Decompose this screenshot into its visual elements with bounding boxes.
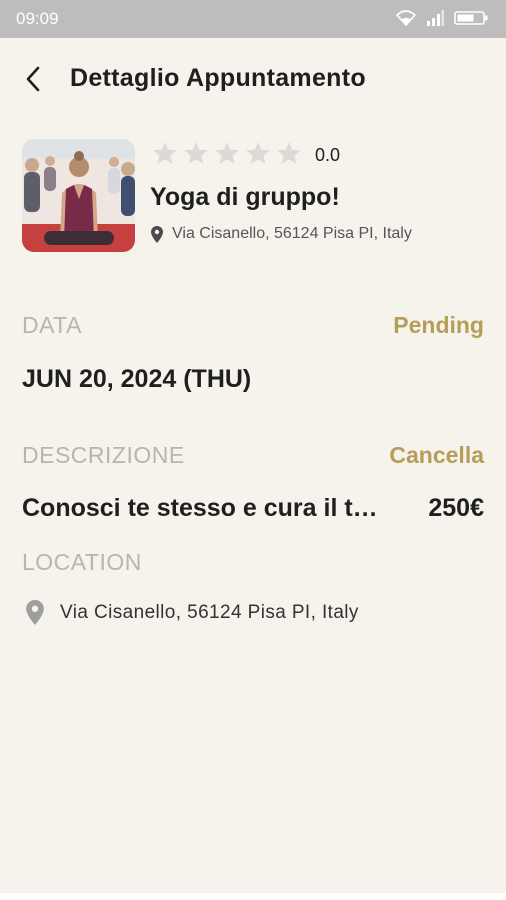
location-row[interactable]: Via Cisanello, 56124 Pisa PI, Italy [26,600,359,625]
star-icon [215,142,239,164]
status-badge: Pending [393,312,484,338]
service-image [22,139,135,252]
app-header: Dettaglio Appuntamento [0,38,506,120]
service-address: Via Cisanello, 56124 Pisa PI, Italy [151,225,412,243]
status-time: 09:09 [16,9,59,28]
rating-stars [152,141,302,165]
data-label: DATA [22,312,82,338]
location-pin-icon [26,600,44,625]
cancel-button[interactable]: Cancella [389,442,484,469]
wifi-icon [396,10,416,26]
star-icon [184,142,208,164]
star-icon [153,142,177,164]
location-address: Via Cisanello, 56124 Pisa PI, Italy [60,601,359,623]
status-icons [396,10,488,26]
appointment-date: JUN 20, 2024 (THU) [22,365,252,393]
location-pin-icon [151,225,163,243]
chevron-left-icon [26,66,40,92]
description-text: Conosci te stesso e cura il t… [22,494,378,522]
battery-icon [454,11,488,25]
service-address-text: Via Cisanello, 56124 Pisa PI, Italy [172,225,412,242]
description-row: Conosci te stesso e cura il t… 250€ [22,494,484,523]
bottom-edge [0,893,506,900]
location-label: LOCATION [22,549,142,575]
description-label: DESCRIZIONE [22,442,185,468]
star-icon [246,142,270,164]
status-bar: 09:09 [0,0,506,38]
rating-value: 0.0 [315,145,341,165]
page-title: Dettaglio Appuntamento [70,64,366,92]
back-button[interactable] [18,62,48,96]
service-name: Yoga di gruppo! [150,183,340,211]
star-icon [277,142,301,164]
signal-icon [427,10,444,26]
price: 250€ [428,494,484,522]
